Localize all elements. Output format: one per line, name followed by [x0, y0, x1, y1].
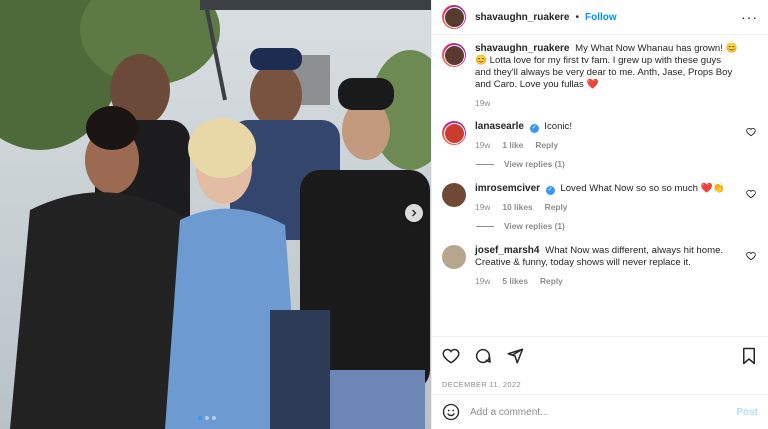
group-photo-image — [0, 0, 431, 429]
commenter-avatar[interactable] — [442, 245, 466, 269]
instagram-post: shavaughn_ruakere • Follow ··· shavaughn… — [0, 0, 768, 429]
comment-username[interactable]: josef_marsh4 — [475, 245, 539, 256]
carousel-dot — [198, 416, 202, 420]
more-options-icon[interactable]: ··· — [741, 9, 758, 25]
post-header: shavaughn_ruakere • Follow ··· — [432, 0, 768, 35]
share-icon[interactable] — [506, 347, 524, 365]
heart-icon[interactable] — [442, 347, 460, 365]
author-avatar[interactable] — [442, 5, 466, 29]
verified-badge-icon: ✓ — [529, 124, 539, 133]
carousel-dot — [205, 416, 209, 420]
caption-username[interactable]: shavaughn_ruakere — [475, 43, 570, 54]
post-date[interactable]: DECEMBER 11, 2022 — [432, 374, 768, 394]
comment-age: 19w — [475, 140, 491, 150]
comments-list: shavaughn_ruakere My What Now Whanau has… — [432, 35, 768, 336]
comment-item: imrosemciver ✓ Loved What Now so so so m… — [442, 183, 758, 213]
commenter-avatar[interactable] — [442, 121, 466, 145]
view-replies-button[interactable]: View replies (1) — [476, 221, 758, 231]
post-actions — [432, 336, 768, 374]
next-photo-button[interactable] — [405, 204, 423, 222]
post-photo[interactable] — [0, 0, 431, 429]
comment-likes[interactable]: 1 like — [502, 139, 523, 151]
comment-age: 19w — [475, 276, 491, 286]
separator-dot: • — [575, 11, 580, 23]
comment-text: Iconic! — [544, 121, 573, 132]
reply-button[interactable]: Reply — [540, 275, 563, 287]
bookmark-icon[interactable] — [740, 347, 758, 365]
reply-button[interactable]: Reply — [545, 201, 568, 213]
comment-heart-icon[interactable] — [746, 251, 756, 261]
comment-input[interactable] — [470, 406, 737, 418]
carousel-dot — [212, 416, 216, 420]
comment-icon[interactable] — [474, 347, 492, 365]
comment-item: lanasearle ✓ Iconic! 19w 1 like Reply — [442, 121, 758, 151]
chevron-right-icon — [412, 209, 417, 217]
emoji-icon[interactable] — [442, 403, 460, 421]
comment-username[interactable]: lanasearle — [475, 121, 524, 132]
comment-heart-icon[interactable] — [746, 189, 756, 199]
view-replies-button[interactable]: View replies (1) — [476, 159, 758, 169]
comment-likes[interactable]: 10 likes — [502, 201, 532, 213]
comment-username[interactable]: imrosemciver — [475, 183, 540, 194]
comment-heart-icon[interactable] — [746, 127, 756, 137]
comment-text: Loved What Now so so so much ❤️👏 — [560, 183, 725, 194]
caption: shavaughn_ruakere My What Now Whanau has… — [442, 43, 758, 109]
verified-badge-icon: ✓ — [545, 186, 555, 195]
author-avatar[interactable] — [442, 43, 466, 67]
author-username[interactable]: shavaughn_ruakere — [475, 12, 570, 23]
post-comment-button[interactable]: Post — [736, 407, 758, 418]
comment-item: josef_marsh4 What Now was different, alw… — [442, 245, 758, 287]
reply-button[interactable]: Reply — [535, 139, 558, 151]
commenter-avatar[interactable] — [442, 183, 466, 207]
follow-button[interactable]: Follow — [585, 12, 617, 23]
caption-age: 19w — [475, 98, 491, 108]
comment-likes[interactable]: 5 likes — [502, 275, 528, 287]
comment-composer: Post — [432, 394, 768, 429]
comment-age: 19w — [475, 202, 491, 212]
carousel-indicator — [198, 416, 216, 420]
post-sidebar: shavaughn_ruakere • Follow ··· shavaughn… — [431, 0, 768, 429]
